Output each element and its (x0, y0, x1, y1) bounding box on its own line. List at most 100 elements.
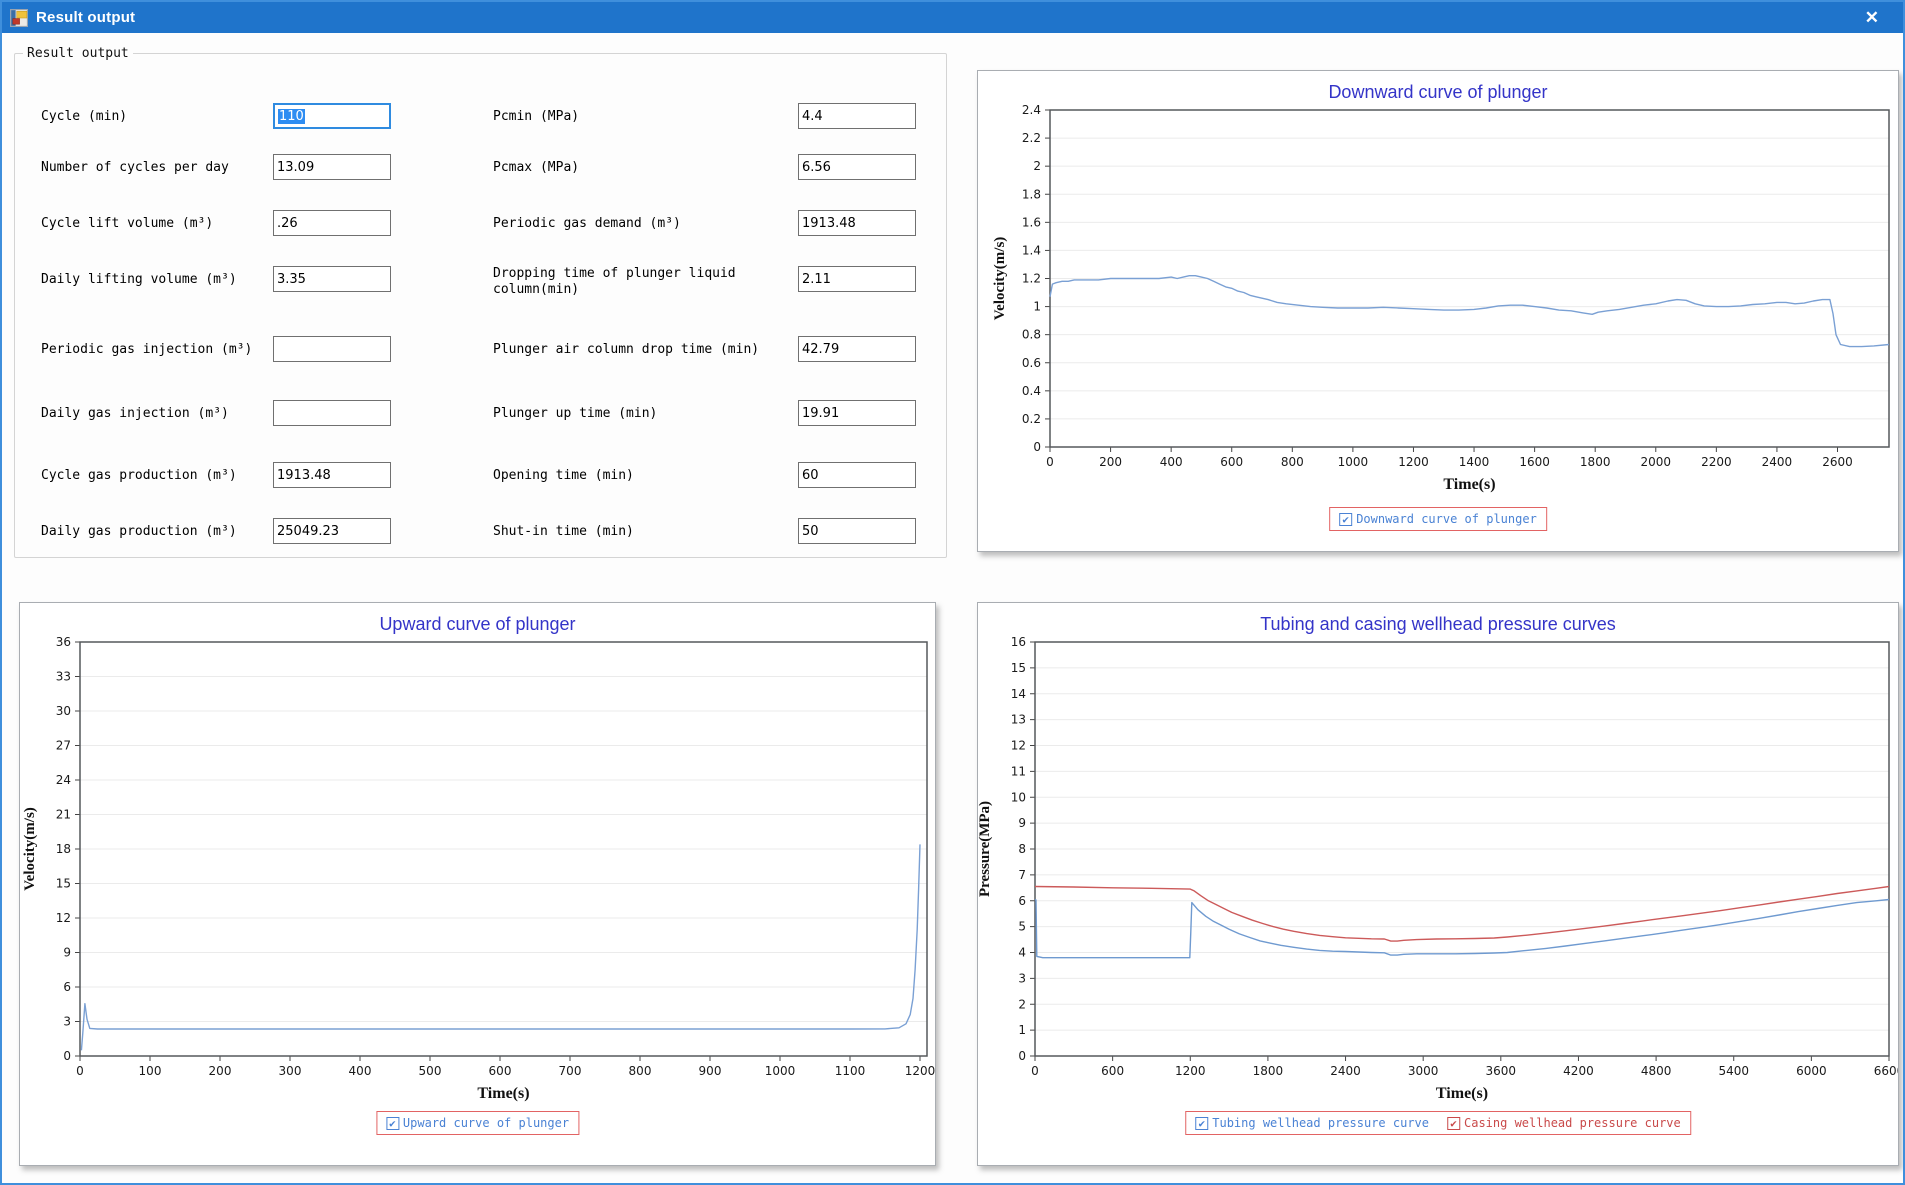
input-dropping-time-of-plunger-liquid-column-min[interactable]: 2.11 (798, 266, 916, 292)
svg-text:0.8: 0.8 (1022, 328, 1041, 342)
input-shut-in-time-min[interactable]: 50 (798, 518, 916, 544)
svg-text:10: 10 (1011, 790, 1026, 804)
input-value: 19.91 (802, 406, 839, 421)
svg-text:1000: 1000 (1338, 455, 1369, 469)
svg-text:1.2: 1.2 (1022, 272, 1041, 286)
svg-text:600: 600 (1220, 455, 1243, 469)
svg-text:0: 0 (1033, 440, 1041, 454)
upward-curve-chart-panel: Upward curve of plunger03691215182124273… (19, 602, 936, 1166)
svg-text:0.6: 0.6 (1022, 356, 1041, 370)
input-cycle-lift-volume-m[interactable]: .26 (273, 210, 391, 236)
input-opening-time-min[interactable]: 60 (798, 462, 916, 488)
svg-text:3: 3 (1018, 971, 1026, 985)
input-daily-gas-production-m[interactable]: 25049.23 (273, 518, 391, 544)
svg-text:1800: 1800 (1580, 455, 1611, 469)
svg-text:Time(s): Time(s) (1436, 1085, 1488, 1102)
svg-text:36: 36 (56, 635, 71, 649)
field-label-daily-gas-injection-m: Daily gas injection (m³) (41, 400, 266, 427)
svg-text:Upward curve of plunger: Upward curve of plunger (379, 614, 575, 634)
svg-text:2400: 2400 (1330, 1064, 1361, 1078)
svg-text:11: 11 (1011, 764, 1026, 778)
field-label-number-of-cycles-per-day: Number of cycles per day (41, 154, 266, 181)
legend-label: Downward curve of plunger (1356, 512, 1537, 526)
svg-text:500: 500 (419, 1064, 442, 1078)
svg-text:Velocity(m/s): Velocity(m/s) (22, 807, 38, 891)
input-plunger-up-time-min[interactable]: 19.91 (798, 400, 916, 426)
legend-item-tubing-wellhead-pressure-curve: ✔ Tubing wellhead pressure curve (1195, 1116, 1429, 1130)
downward-legend: ✔ Downward curve of plunger (1329, 507, 1547, 531)
downward-chart: Downward curve of plunger00.20.40.60.811… (978, 71, 1898, 503)
svg-text:5: 5 (1018, 920, 1026, 934)
svg-text:8: 8 (1018, 842, 1026, 856)
svg-text:6: 6 (1018, 894, 1026, 908)
svg-text:6000: 6000 (1796, 1064, 1827, 1078)
input-number-of-cycles-per-day[interactable]: 13.09 (273, 154, 391, 180)
legend-label: Tubing wellhead pressure curve (1212, 1116, 1429, 1130)
svg-text:1100: 1100 (835, 1064, 866, 1078)
svg-text:700: 700 (559, 1064, 582, 1078)
close-button[interactable]: ✕ (1849, 8, 1895, 28)
svg-text:1000: 1000 (765, 1064, 796, 1078)
svg-text:400: 400 (349, 1064, 372, 1078)
app-icon (10, 9, 28, 27)
field-label-shut-in-time-min: Shut-in time (min) (493, 518, 793, 545)
input-value: 13.09 (277, 160, 314, 175)
svg-text:1.6: 1.6 (1022, 215, 1041, 229)
field-label-daily-lifting-volume-m: Daily lifting volume (m³) (41, 266, 266, 293)
input-value: 60 (802, 468, 819, 483)
svg-text:5400: 5400 (1718, 1064, 1749, 1078)
svg-text:2200: 2200 (1701, 455, 1732, 469)
svg-text:900: 900 (699, 1064, 722, 1078)
legend-label: Casing wellhead pressure curve (1464, 1116, 1681, 1130)
svg-text:14: 14 (1011, 687, 1026, 701)
svg-text:13: 13 (1011, 713, 1026, 727)
svg-text:0: 0 (63, 1049, 71, 1063)
svg-text:1400: 1400 (1459, 455, 1490, 469)
input-periodic-gas-demand-m[interactable]: 1913.48 (798, 210, 916, 236)
svg-text:Time(s): Time(s) (477, 1085, 529, 1102)
svg-text:2.2: 2.2 (1022, 131, 1041, 145)
field-label-plunger-air-column-drop-time-min: Plunger air column drop time (min) (493, 336, 793, 363)
field-label-daily-gas-production-m: Daily gas production (m³) (41, 518, 266, 545)
field-label-cycle-gas-production-m: Cycle gas production (m³) (41, 462, 266, 489)
svg-text:6600: 6600 (1874, 1064, 1898, 1078)
svg-text:2400: 2400 (1762, 455, 1793, 469)
input-plunger-air-column-drop-time-min[interactable]: 42.79 (798, 336, 916, 362)
svg-text:1: 1 (1018, 1023, 1026, 1037)
svg-text:4: 4 (1018, 946, 1026, 960)
svg-text:15: 15 (1011, 661, 1026, 675)
svg-text:0: 0 (1031, 1064, 1039, 1078)
result-output-groupbox: Result output Cycle (min)110Number of cy… (14, 46, 947, 558)
input-cycle-gas-production-m[interactable]: 1913.48 (273, 462, 391, 488)
svg-text:21: 21 (56, 808, 71, 822)
input-periodic-gas-injection-m[interactable] (273, 336, 391, 362)
svg-text:2: 2 (1033, 159, 1041, 173)
svg-text:15: 15 (56, 877, 71, 891)
svg-text:200: 200 (1099, 455, 1122, 469)
svg-text:Velocity(m/s): Velocity(m/s) (992, 237, 1008, 321)
legend-checkbox-casing-wellhead-pressure-curve[interactable]: ✔ (1447, 1117, 1460, 1130)
svg-text:9: 9 (1018, 816, 1026, 830)
svg-text:1.4: 1.4 (1022, 243, 1041, 257)
svg-text:Pressure(MPa): Pressure(MPa) (978, 801, 993, 897)
field-label-periodic-gas-demand-m: Periodic gas demand (m³) (493, 210, 793, 237)
upward-chart: Upward curve of plunger03691215182124273… (20, 603, 935, 1107)
legend-label: Upward curve of plunger (403, 1116, 569, 1130)
input-pcmin-mpa[interactable]: 4.4 (798, 103, 916, 129)
legend-item-downward-curve-of-plunger: ✔ Downward curve of plunger (1339, 512, 1537, 526)
titlebar[interactable]: Result output ✕ (2, 2, 1903, 33)
legend-checkbox-downward-curve-of-plunger[interactable]: ✔ (1339, 513, 1352, 526)
input-daily-lifting-volume-m[interactable]: 3.35 (273, 266, 391, 292)
input-cycle-min[interactable]: 110 (273, 103, 391, 129)
legend-checkbox-tubing-wellhead-pressure-curve[interactable]: ✔ (1195, 1117, 1208, 1130)
svg-text:2.4: 2.4 (1022, 103, 1041, 117)
svg-text:4800: 4800 (1641, 1064, 1672, 1078)
field-label-pcmin-mpa: Pcmin (MPa) (493, 103, 793, 130)
input-pcmax-mpa[interactable]: 6.56 (798, 154, 916, 180)
input-daily-gas-injection-m[interactable] (273, 400, 391, 426)
legend-checkbox-upward-curve-of-plunger[interactable]: ✔ (386, 1117, 399, 1130)
svg-text:800: 800 (629, 1064, 652, 1078)
svg-text:300: 300 (279, 1064, 302, 1078)
svg-text:400: 400 (1160, 455, 1183, 469)
input-value: 3.35 (277, 272, 306, 287)
